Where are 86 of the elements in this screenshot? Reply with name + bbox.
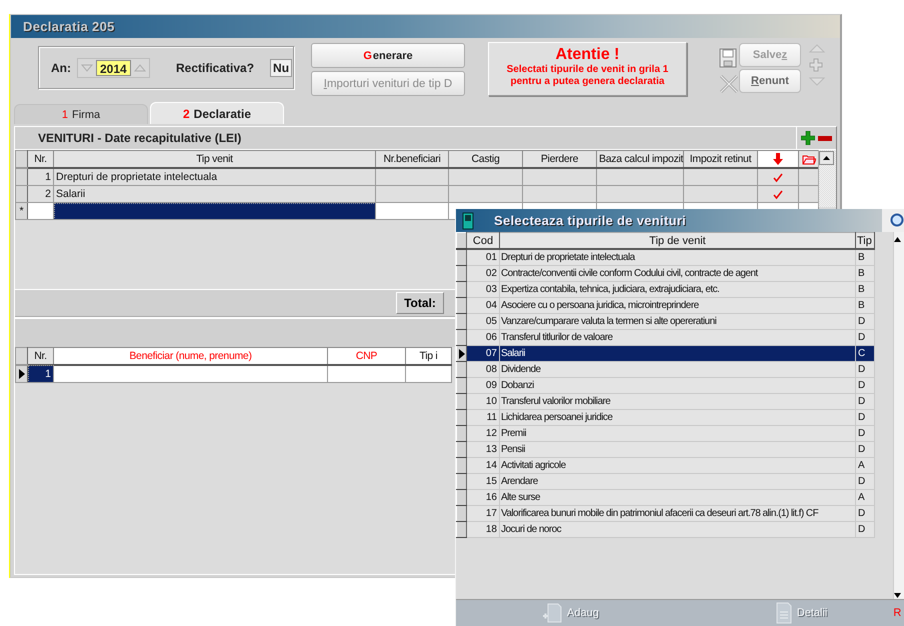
table-cell[interactable]: Transferul valorilor mobiliare: [500, 394, 856, 410]
table-cell[interactable]: Contracte/conventii civile conform Codului civil, contracte de agent: [500, 266, 856, 282]
column-header[interactable]: Castig: [448, 150, 522, 168]
column-header[interactable]: Pierdere: [522, 150, 596, 168]
table-cell: Salarii: [54, 186, 376, 202]
table-cell[interactable]: Asociere cu o persoana juridica, microintreprindere: [500, 298, 856, 314]
search-icon[interactable]: [888, 212, 904, 228]
remove-icon[interactable]: [818, 136, 832, 140]
column-header[interactable]: Cod: [466, 232, 500, 249]
table-cell[interactable]: Premii: [500, 426, 856, 442]
table-cell[interactable]: Valorificarea bunuri mobile din patrimoniul afacerii ca deseuri art.78 alin.(1) lit.f) CF: [500, 506, 856, 522]
column-header[interactable]: Tip i: [406, 348, 452, 365]
dialog-title: Selecteaza tipurile de venituri: [494, 213, 686, 228]
edit-button[interactable]: Renunt: [739, 69, 801, 93]
down-arrow-icon[interactable]: [773, 153, 783, 165]
table-cell[interactable]: 09: [466, 378, 500, 394]
column-header[interactable]: Nr.: [28, 348, 54, 365]
column-header[interactable]: Nr.beneficiari: [376, 150, 448, 168]
door-icon: [462, 212, 474, 230]
cross-icon[interactable]: [719, 74, 739, 94]
table-cell[interactable]: Drepturi de proprietate intelectuala: [500, 249, 856, 266]
table-cell[interactable]: 16: [466, 490, 500, 506]
table-cell[interactable]: Vanzare/cumparare valuta la termen si alte opereratiuni: [500, 314, 856, 330]
table-cell[interactable]: 05: [466, 314, 500, 330]
column-header[interactable]: Tip de venit: [500, 232, 856, 249]
table-cell[interactable]: 01: [466, 249, 500, 266]
scroll-down-icon[interactable]: [894, 593, 901, 598]
window-title: Declaratia 205: [23, 19, 115, 34]
table-cell[interactable]: 15: [466, 474, 500, 490]
column-header[interactable]: Beneficiar (nume, prenume): [54, 348, 328, 365]
table-cell[interactable]: 06: [466, 330, 500, 346]
correction-field[interactable]: Nu: [270, 59, 292, 77]
year-field[interactable]: 2014: [96, 60, 131, 76]
table-cell[interactable]: Activitati agricole: [500, 458, 856, 474]
action-button[interactable]: Generare: [311, 43, 465, 68]
warning-title: Atentie !: [556, 46, 620, 63]
selected-cell[interactable]: [54, 202, 376, 220]
column-header[interactable]: Tip: [856, 232, 874, 249]
document-icon: [774, 602, 793, 624]
table-cell[interactable]: Expertiza contabila, tehnica, judiciara, extrajudiciara, etc.: [500, 282, 856, 298]
table-cell[interactable]: 17: [466, 506, 500, 522]
total-label: Total:: [396, 292, 444, 314]
table-cell[interactable]: 03: [466, 282, 500, 298]
table-cell: 1: [28, 365, 54, 382]
year-spinner[interactable]: 2014: [77, 58, 150, 78]
table-cell: Drepturi de proprietate intelectuala: [54, 168, 376, 186]
table-cell[interactable]: Dobanzi: [500, 378, 856, 394]
table-cell[interactable]: 10: [466, 394, 500, 410]
table-cell[interactable]: 13: [466, 442, 500, 458]
add-document-icon: [541, 602, 563, 624]
year-label: An:: [51, 61, 71, 75]
column-header[interactable]: CNP: [328, 348, 406, 365]
scroll-up-icon[interactable]: [819, 151, 834, 165]
table-cell[interactable]: 12: [466, 426, 500, 442]
scroll-up-icon[interactable]: [894, 237, 901, 242]
grid-title: VENITURI - Date recapitulative (LEI): [38, 131, 242, 145]
table-cell[interactable]: Salarii: [500, 346, 856, 362]
table-cell[interactable]: Lichidarea persoanei juridice: [500, 410, 856, 426]
table-cell[interactable]: 02: [466, 266, 500, 282]
tab[interactable]: 1 Firma: [14, 104, 148, 124]
table-cell[interactable]: Arendare: [500, 474, 856, 490]
table-cell[interactable]: 18: [466, 522, 500, 538]
table-cell[interactable]: Jocuri de noroc: [500, 522, 856, 538]
table-cell: 1: [28, 168, 54, 186]
add-icon[interactable]: [801, 131, 815, 145]
correction-label: Rectificativa?: [176, 61, 254, 75]
table-cell[interactable]: 07: [466, 346, 500, 362]
column-header[interactable]: Nr.: [28, 150, 54, 168]
table-cell[interactable]: 14: [466, 458, 500, 474]
folder-icon[interactable]: [802, 154, 816, 164]
row-marker: *: [16, 202, 28, 220]
row-pointer-icon: [458, 348, 465, 358]
tab[interactable]: 2 Declaratie: [150, 102, 284, 124]
column-header[interactable]: Impozit retinut: [684, 150, 758, 168]
table-cell[interactable]: Transferul titlurilor de valoare: [500, 330, 856, 346]
scrollbar[interactable]: [818, 150, 836, 207]
table-cell[interactable]: 11: [466, 410, 500, 426]
warning-message: Selectati tipurile de venit in grila 1 pentru a putea genera declaratia: [506, 64, 668, 87]
table-cell[interactable]: 08: [466, 362, 500, 378]
table-cell[interactable]: Dividende: [500, 362, 856, 378]
table-cell: 2: [28, 186, 54, 202]
table-cell[interactable]: 04: [466, 298, 500, 314]
table-cell[interactable]: Pensii: [500, 442, 856, 458]
table-cell[interactable]: Alte surse: [500, 490, 856, 506]
column-header[interactable]: Tip venit: [54, 150, 376, 168]
scrollbar[interactable]: [893, 232, 904, 599]
